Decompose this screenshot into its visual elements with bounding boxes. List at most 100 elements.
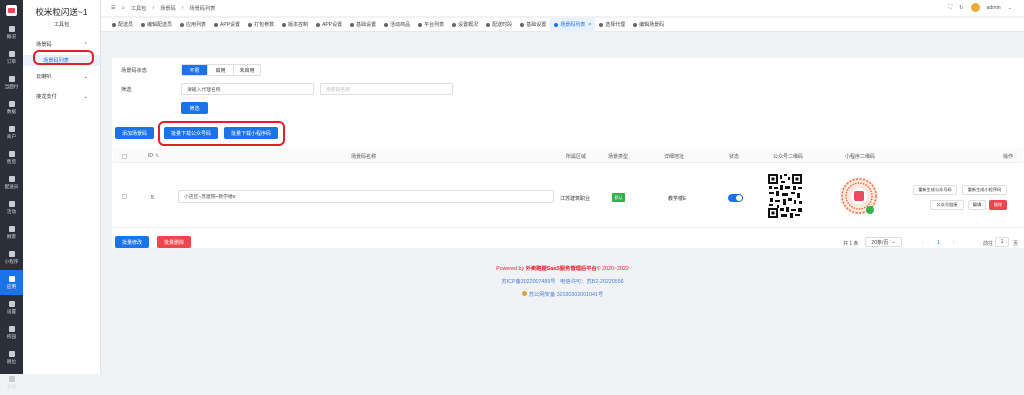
avatar[interactable] [970,3,980,12]
row-checkbox[interactable] [122,194,127,199]
lock-icon [8,325,15,332]
row-name-input[interactable]: 小店区~苏建院~教学楼E [178,190,554,203]
select-all-checkbox[interactable] [122,154,127,159]
tab-0[interactable]: 配送员 [108,18,137,32]
col-name: 场景码名称 [351,153,377,160]
tab-6[interactable]: APP设置 [312,18,346,32]
edit-button[interactable]: 编辑 [968,200,986,210]
tab-14[interactable]: 选择代理 [595,18,629,32]
sidebar-group-cloud-speaker[interactable]: 云喇叭 ⌄ [23,71,100,82]
prev-page-icon[interactable]: ‹ [922,240,924,246]
rail-item-0[interactable]: 概况 [0,20,23,45]
sidebar-subtitle: 工具包 [53,22,70,28]
filter-button[interactable]: 筛选 [181,102,208,114]
left-rail: 概况 订单 当面付 数据 商户 售后 配送员 活动 顾客 小程序 应用 设置 校园 跳位 系统 [0,0,23,389]
col-id[interactable]: ID ⇅ [148,149,159,163]
batch-delete-button[interactable]: 批量删除 [157,236,191,248]
rail-item-7[interactable]: 活动 [0,195,23,220]
status-filter-label: 场景码状态 [121,68,147,74]
username[interactable]: admin [987,5,1001,11]
row-address: 教学楼E [668,196,687,202]
highlight-box-sidebar [33,50,94,65]
app-icon [8,275,15,282]
col-type: 场景类型 [608,153,629,160]
col-official-qr: 公众号二维码 [773,153,804,160]
rail-item-8[interactable]: 顾客 [0,220,23,245]
police-badge-icon [521,291,527,296]
tab-icon [418,22,423,27]
tab-10[interactable]: 设置概况 [448,18,482,32]
tab-icon [520,22,525,27]
footer-brand[interactable]: 外卖跑腿SaaS服务管理后平台 [526,266,597,272]
batch-edit-button[interactable]: 批量修改 [115,236,149,248]
tab-icon [282,22,287,27]
home-icon [8,25,15,32]
chart-icon [8,100,15,107]
rail-item-1[interactable]: 订单 [0,45,23,70]
tab-icon [141,22,146,27]
chevron-down-icon: ⌄ [83,93,88,100]
tab-13[interactable]: 场景码列表 × [550,17,596,32]
menu-toggle-icon[interactable]: ☰ [111,5,116,11]
rail-item-12[interactable]: 校园 [0,320,23,345]
pay-icon [8,75,15,82]
rail-item-5[interactable]: 售后 [0,145,23,170]
page-unit: 页 [1013,241,1019,247]
rail-item-10[interactable]: 应用 [0,270,23,295]
tab-7[interactable]: 基础设置 [346,18,380,32]
close-icon[interactable]: × [588,22,591,28]
tab-15[interactable]: 编辑场景码 [629,18,668,32]
sidebar-group-relay-pay[interactable]: 接龙支付 ⌄ [23,91,100,102]
rail-item-11[interactable]: 设置 [0,295,23,320]
regenerate-official-qr-button[interactable]: 重新生成公众号码 [913,185,957,195]
fullscreen-icon[interactable]: ⛶ [949,4,953,11]
row-status-toggle[interactable] [728,194,743,202]
rail-item-13[interactable]: 跳位 [0,345,23,370]
delete-button[interactable]: 删除 [989,200,1007,210]
official-link-button[interactable]: 公众号链接 [930,200,964,210]
status-option-disabled[interactable]: 未启用 [234,65,260,75]
tab-4[interactable]: 打包参数 [244,18,278,32]
user-icon [8,225,15,232]
miniapp-icon [8,250,15,257]
tab-5[interactable]: 版本控制 [278,18,312,32]
col-region: 所属区域 [566,153,587,160]
chevron-down-icon[interactable]: ⌄ [1008,5,1012,11]
rail-item-4[interactable]: 商户 [0,120,23,145]
tab-icon [599,22,604,27]
tab-2[interactable]: 应用列表 [176,18,210,32]
page-number[interactable]: 1 [937,240,940,246]
app-logo [0,0,23,20]
tab-bar: 配送员 编辑配送员 应用列表 APP设置 打包参数 版本控制 APP设置 基础设置 活动商品 平台… [101,17,1024,32]
tab-12[interactable]: 基础设置 [516,18,550,32]
footer-icp: 苏ICP备2022007489号 电信许可：苏B2-20220556 [501,279,624,285]
tab-icon [112,22,116,27]
tab-11[interactable]: 配送时段 [482,18,516,32]
refresh-icon[interactable]: ↻ [959,5,963,11]
rail-item-2[interactable]: 当面付 [0,70,23,95]
regenerate-miniapp-qr-button[interactable]: 重新生成小程序码 [962,185,1007,195]
agent-name-input[interactable]: 请输入代理名称 [181,83,314,95]
tab-1[interactable]: 编辑配送员 [137,18,176,32]
tab-icon [384,22,389,27]
sidebar-group-scene-code[interactable]: 场景码 ⌃ [23,39,100,50]
status-option-all[interactable]: 不限 [182,65,208,75]
headset-icon [8,150,15,157]
rail-item-6[interactable]: 配送员 [0,170,23,195]
tab-icon [180,22,185,27]
tab-9[interactable]: 平台列表 [414,18,448,32]
total-count: 共 1 条 [843,241,859,247]
next-page-icon[interactable]: › [953,240,955,246]
tab-icon [633,22,638,27]
tab-8[interactable]: 活动商品 [380,18,414,32]
rail-item-9[interactable]: 小程序 [0,245,23,270]
goto-page-input[interactable]: 1 [995,237,1009,247]
status-option-enabled[interactable]: 启用 [208,65,234,75]
page-size-select[interactable]: 20条/页 ⌄ [865,237,902,247]
rail-item-3[interactable]: 数据 [0,95,23,120]
scene-name-input[interactable]: 场景码名称 [320,83,453,95]
col-miniapp-qr: 小程序二维码 [845,153,876,160]
tab-3[interactable]: APP设置 [210,18,244,32]
add-scene-code-button[interactable]: 添加场景码 [115,127,154,139]
home-icon[interactable]: ⌂ [122,5,125,11]
